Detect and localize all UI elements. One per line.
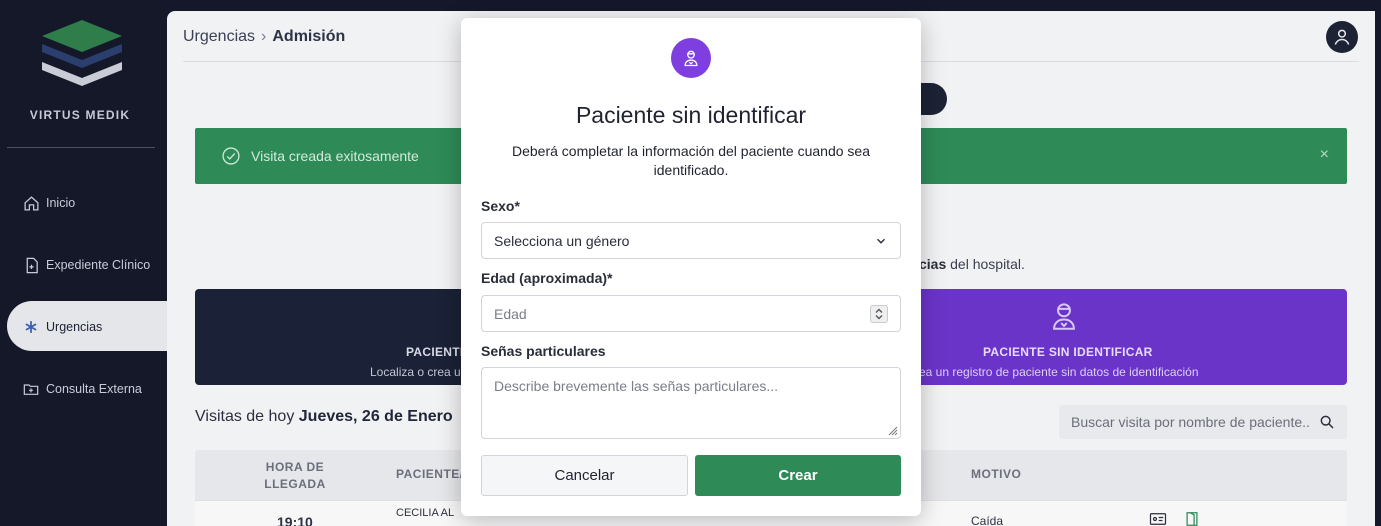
- breadcrumb-current: Admisión: [272, 28, 346, 45]
- sex-select[interactable]: Selecciona un género: [481, 222, 901, 259]
- card-description: ea un registro de paciente sin datos de …: [919, 365, 1199, 379]
- marks-label: Señas particulares: [481, 343, 606, 359]
- unidentified-patient-card[interactable]: PACIENTE SIN IDENTIFICAR ea un registro …: [879, 289, 1347, 385]
- marks-field: [481, 367, 901, 439]
- user-avatar-button[interactable]: [1326, 21, 1358, 53]
- virtus-medik-logo: [42, 20, 122, 86]
- column-header-patient: PACIENTE/: [396, 467, 464, 481]
- cancel-button[interactable]: Cancelar: [481, 455, 688, 496]
- document-plus-icon: [22, 256, 40, 274]
- sidebar-item-consulta-externa[interactable]: Consulta Externa: [22, 378, 142, 400]
- identified-patient-card[interactable]: PACIENTE Localiza o crea u: [195, 289, 495, 385]
- helper-bold: cias: [919, 256, 947, 272]
- unidentified-person-icon: [684, 50, 698, 67]
- chevron-down-icon: [877, 238, 885, 244]
- user-icon: [1334, 29, 1350, 45]
- sidebar-item-inicio[interactable]: Inicio: [22, 192, 75, 214]
- id-card-icon[interactable]: [1149, 511, 1167, 526]
- marks-textarea[interactable]: [482, 368, 900, 438]
- sidebar-item-expediente[interactable]: Expediente Clínico: [22, 254, 150, 276]
- create-button[interactable]: Crear: [695, 455, 901, 496]
- visits-prefix: Visitas de hoy: [195, 408, 299, 425]
- helper-rest: del hospital.: [946, 256, 1025, 272]
- visits-date: Jueves, 26 de Enero: [298, 408, 453, 425]
- alert-message: Visita creada exitosamente: [251, 148, 419, 164]
- column-header-reason: MOTIVO: [971, 467, 1022, 481]
- sidebar-item-label: Expediente Clínico: [46, 258, 151, 272]
- resize-grip-icon[interactable]: [886, 424, 898, 436]
- home-icon: [22, 194, 40, 212]
- age-label: Edad (aproximada)*: [481, 270, 613, 286]
- sex-label: Sexo*: [481, 198, 520, 214]
- modal-icon-badge: [671, 38, 711, 78]
- visit-search: [1059, 405, 1347, 439]
- folder-plus-icon: [22, 380, 40, 398]
- age-field: [481, 295, 901, 332]
- sex-select-value: Selecciona un género: [494, 232, 630, 249]
- sidebar-item-urgencias[interactable]: Urgencias: [22, 316, 102, 338]
- brand-name: VIRTUS MEDIK: [29, 108, 131, 122]
- sidebar-item-label: Consulta Externa: [46, 382, 142, 396]
- modal-title: Paciente sin identificar: [575, 102, 807, 128]
- card-description: Localiza o crea u: [370, 365, 461, 379]
- unidentified-patient-modal: Paciente sin identificar Deberá completa…: [461, 18, 921, 516]
- patient-name: CECILIA AL: [396, 507, 455, 519]
- sidebar: VIRTUS MEDIK Inicio Expediente Clínico U…: [0, 0, 177, 526]
- visit-reason: Caída: [971, 514, 1004, 526]
- helper-text: cias del hospital.: [919, 256, 1025, 272]
- age-input[interactable]: [482, 305, 842, 322]
- asterisk-icon: [22, 318, 40, 336]
- column-header-arrival: HORA DE LLEGADA: [264, 460, 326, 491]
- visit-search-input[interactable]: [1059, 414, 1309, 430]
- card-title: PACIENTE SIN IDENTIFICAR: [983, 345, 1153, 359]
- card-title: PACIENTE: [406, 345, 469, 359]
- visits-heading: Visitas de hoy Jueves, 26 de Enero: [195, 408, 453, 426]
- sidebar-item-label: Urgencias: [46, 320, 103, 334]
- breadcrumb-root[interactable]: Urgencias: [183, 28, 255, 46]
- modal-description: Deberá completar la información del paci…: [512, 143, 870, 178]
- breadcrumb-separator: ›: [261, 28, 267, 45]
- search-icon[interactable]: [1319, 414, 1335, 430]
- door-icon[interactable]: [1185, 511, 1199, 526]
- sidebar-divider: [7, 147, 155, 148]
- stepper-arrows-icon: [875, 308, 883, 320]
- arrival-time: 19:10: [277, 514, 313, 526]
- age-stepper[interactable]: [870, 305, 888, 323]
- breadcrumb: Urgencias › Admisión: [183, 28, 345, 46]
- sidebar-item-label: Inicio: [46, 196, 76, 210]
- unidentified-person-icon: [1053, 303, 1075, 330]
- check-circle-icon: [222, 147, 240, 165]
- alert-close-button[interactable]: ×: [1320, 146, 1329, 164]
